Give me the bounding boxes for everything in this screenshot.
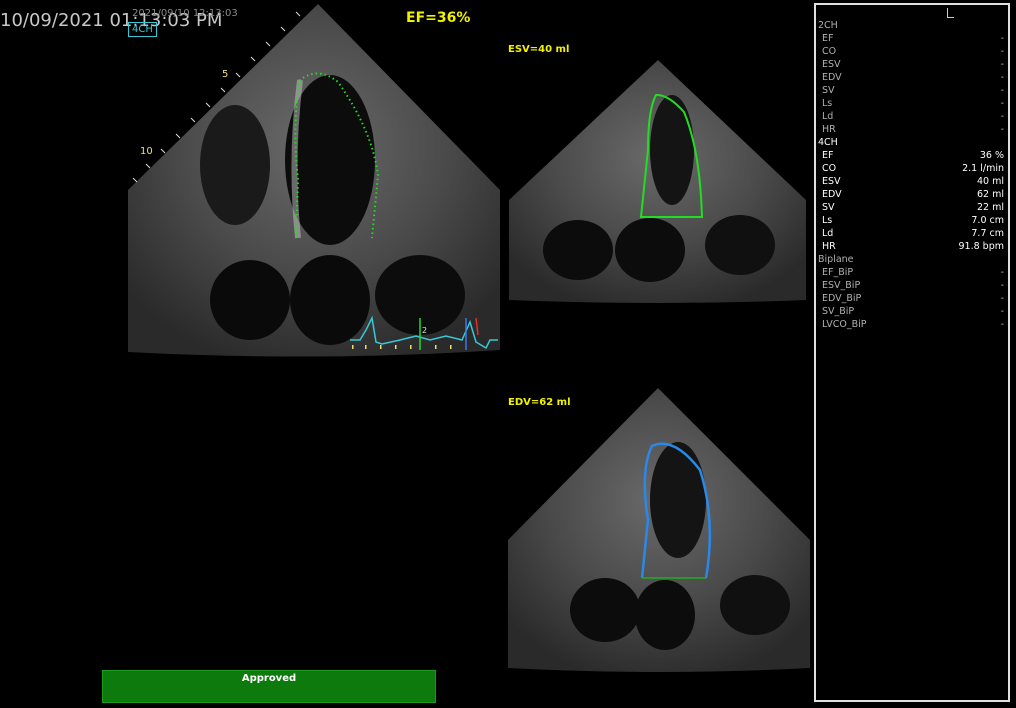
- ef-title: EF=36%: [406, 10, 471, 26]
- measurement-row: Ld -: [822, 111, 1004, 122]
- measurement-row: EDV 62 ml: [822, 189, 1004, 200]
- measurements-panel: 2CH EF - CO - ESV - EDV - SV - Ls - Ld - HR - 4C…: [814, 3, 1010, 702]
- section-title-biplane: Biplane: [818, 254, 854, 265]
- measurement-row: EF -: [822, 33, 1004, 44]
- measurement-row: EF 36 %: [822, 150, 1004, 161]
- measurement-row: SV_BiP -: [822, 306, 1004, 317]
- esv-echo-sector: [509, 60, 806, 303]
- corner-bracket-icon: [947, 8, 954, 18]
- measurement-row: EF_BiP -: [822, 267, 1004, 278]
- measurement-row: CO -: [822, 46, 1004, 57]
- measurement-row: ESV_BiP -: [822, 280, 1004, 291]
- measurement-row: Ls -: [822, 98, 1004, 109]
- measurement-row: Ls 7.0 cm: [822, 215, 1004, 226]
- depth-marker-10: 10: [140, 146, 153, 157]
- measurement-row: HR 91.8 bpm: [822, 241, 1004, 252]
- measurement-row: LVCO_BiP -: [822, 319, 1004, 330]
- ecg-marker-label: 2: [422, 326, 428, 335]
- measurement-row: SV 22 ml: [822, 202, 1004, 213]
- approved-button[interactable]: Approved: [102, 670, 436, 703]
- acquisition-timestamp: 2021/09/10 12:13:03: [132, 8, 238, 19]
- section-title-2ch: 2CH: [818, 20, 838, 31]
- section-title-4ch: 4CH: [818, 137, 838, 148]
- edv-label: EDV=62 ml: [508, 397, 571, 408]
- main-echo-sector: [128, 4, 500, 357]
- measurement-row: SV -: [822, 85, 1004, 96]
- measurement-row: ESV -: [822, 59, 1004, 70]
- measurement-row: CO 2.1 l/min: [822, 163, 1004, 174]
- edv-echo-sector: [508, 388, 810, 672]
- measurement-row: ESV 40 ml: [822, 176, 1004, 187]
- measurement-row: Ld 7.7 cm: [822, 228, 1004, 239]
- esv-label: ESV=40 ml: [508, 44, 570, 55]
- view-label: 4CH: [128, 22, 157, 37]
- measurement-row: HR -: [822, 124, 1004, 135]
- measurement-row: EDV -: [822, 72, 1004, 83]
- measurement-row: EDV_BiP -: [822, 293, 1004, 304]
- depth-marker-5: 5: [222, 69, 229, 80]
